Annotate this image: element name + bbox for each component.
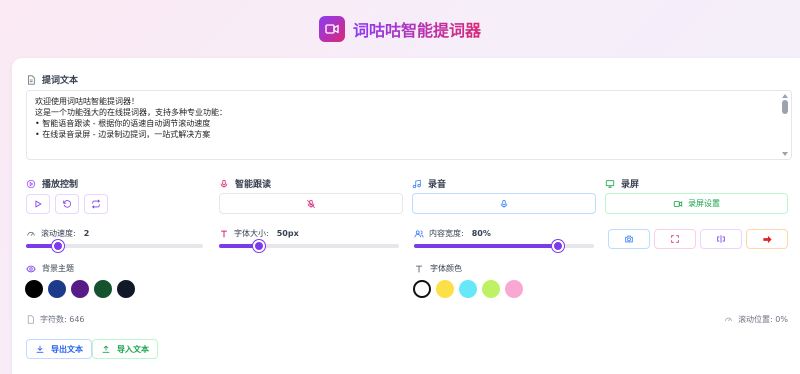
editor-line: • 在线录音录屏 - 边录制边提词，一站式解决方案	[35, 130, 211, 139]
font-color-swatch[interactable]	[436, 280, 454, 298]
mic-off-icon	[306, 199, 316, 208]
app-header: 词咕咕智能提词器	[0, 0, 800, 58]
record-audio-label: 录音	[412, 177, 446, 190]
flip-icon	[717, 235, 725, 243]
mirror-button[interactable]	[700, 229, 742, 249]
import-text-button[interactable]: 导入文本	[92, 339, 158, 359]
playback-label: 播放控制	[26, 177, 78, 190]
font-size-slider-label: 字体大小: 50px	[219, 228, 299, 239]
editor-scrollbar[interactable]	[782, 94, 788, 156]
editor-label: 提词文本	[42, 76, 79, 86]
play-icon	[35, 200, 42, 208]
download-icon	[36, 345, 44, 353]
upload-icon	[102, 345, 110, 353]
music-note-icon	[412, 179, 421, 188]
loop-button[interactable]	[84, 194, 108, 214]
video-icon	[673, 200, 683, 207]
rotate-ccw-icon	[63, 200, 71, 208]
editor-section-label: 提词文本	[26, 73, 78, 86]
fullscreen-icon	[671, 235, 679, 243]
font-size-slider-thumb[interactable]	[252, 240, 265, 252]
snapshot-button[interactable]	[608, 229, 650, 249]
font-size-value: 50px	[276, 229, 299, 238]
speed-slider-thumb[interactable]	[51, 240, 64, 252]
microphone-icon	[500, 199, 508, 208]
content-width-slider[interactable]	[414, 240, 594, 252]
speed-value: 2	[83, 229, 90, 238]
voice-follow-label: 智能跟读	[219, 177, 271, 190]
camera-icon	[625, 235, 633, 243]
bg-color-swatch[interactable]	[94, 280, 112, 298]
arrow-right-icon	[762, 235, 772, 243]
editor-line: 这是一个功能强大的在线提词器，支持多种专业功能：	[35, 108, 227, 117]
play-button[interactable]	[26, 194, 50, 214]
video-camera-logo-icon	[318, 16, 345, 42]
bg-color-swatch[interactable]	[25, 280, 43, 298]
content-width-slider-thumb[interactable]	[552, 240, 564, 252]
users-icon	[414, 229, 424, 237]
font-color-swatch[interactable]	[505, 280, 523, 298]
play-circle-icon	[26, 179, 36, 188]
font-color-swatch[interactable]	[482, 280, 500, 298]
record-screen-label: 录屏	[605, 177, 639, 190]
font-color-label: 字体颜色	[414, 263, 462, 274]
gauge-icon	[725, 317, 732, 322]
script-textarea[interactable]: 欢迎使用词咕咕智能提词器！ 这是一个功能强大的在线提词器，支持多种专业功能： •…	[26, 90, 792, 160]
fullscreen-button[interactable]	[654, 229, 696, 249]
editor-line: • 智能语音跟读 - 根据你的语速自动调节滚动速度	[35, 119, 211, 128]
bg-color-swatch[interactable]	[48, 280, 66, 298]
document-icon	[28, 74, 35, 85]
exit-button[interactable]	[746, 229, 788, 249]
screen-record-settings-button[interactable]: 录屏设置	[605, 193, 788, 214]
export-text-button[interactable]: 导出文本	[26, 339, 92, 359]
app-title: 词咕咕智能提词器	[353, 17, 481, 41]
reset-button[interactable]	[55, 194, 79, 214]
content-width-value: 80%	[471, 229, 491, 238]
scroll-position: 滚动位置: 0%	[724, 314, 788, 325]
gauge-icon	[27, 231, 35, 236]
editor-line: 欢迎使用词咕咕智能提词器！	[35, 97, 139, 106]
eye-icon	[26, 265, 36, 272]
bg-color-swatch[interactable]	[71, 280, 89, 298]
text-type-icon	[416, 265, 422, 272]
content-width-slider-label: 内容宽度: 80%	[414, 228, 491, 239]
bg-color-swatch[interactable]	[117, 280, 135, 298]
text-type-icon	[221, 230, 227, 237]
speed-slider-label: 滚动速度: 2	[26, 228, 89, 239]
record-audio-button[interactable]	[412, 193, 596, 214]
microphone-icon	[220, 179, 228, 188]
repeat-icon	[92, 199, 100, 209]
char-count: 字符数: 646	[26, 314, 85, 325]
screen-share-icon	[605, 179, 615, 188]
background-theme-label: 背景主题	[26, 263, 74, 274]
main-panel: 提词文本 欢迎使用词咕咕智能提词器！ 这是一个功能强大的在线提词器，支持多种专业…	[12, 58, 800, 374]
screen-record-settings-label: 录屏设置	[688, 199, 720, 208]
speed-slider[interactable]	[26, 240, 203, 252]
font-color-swatch[interactable]	[459, 280, 477, 298]
document-icon	[27, 315, 34, 324]
font-color-swatch[interactable]	[413, 280, 431, 298]
voice-follow-toggle[interactable]	[219, 193, 403, 214]
font-size-slider[interactable]	[219, 240, 399, 252]
